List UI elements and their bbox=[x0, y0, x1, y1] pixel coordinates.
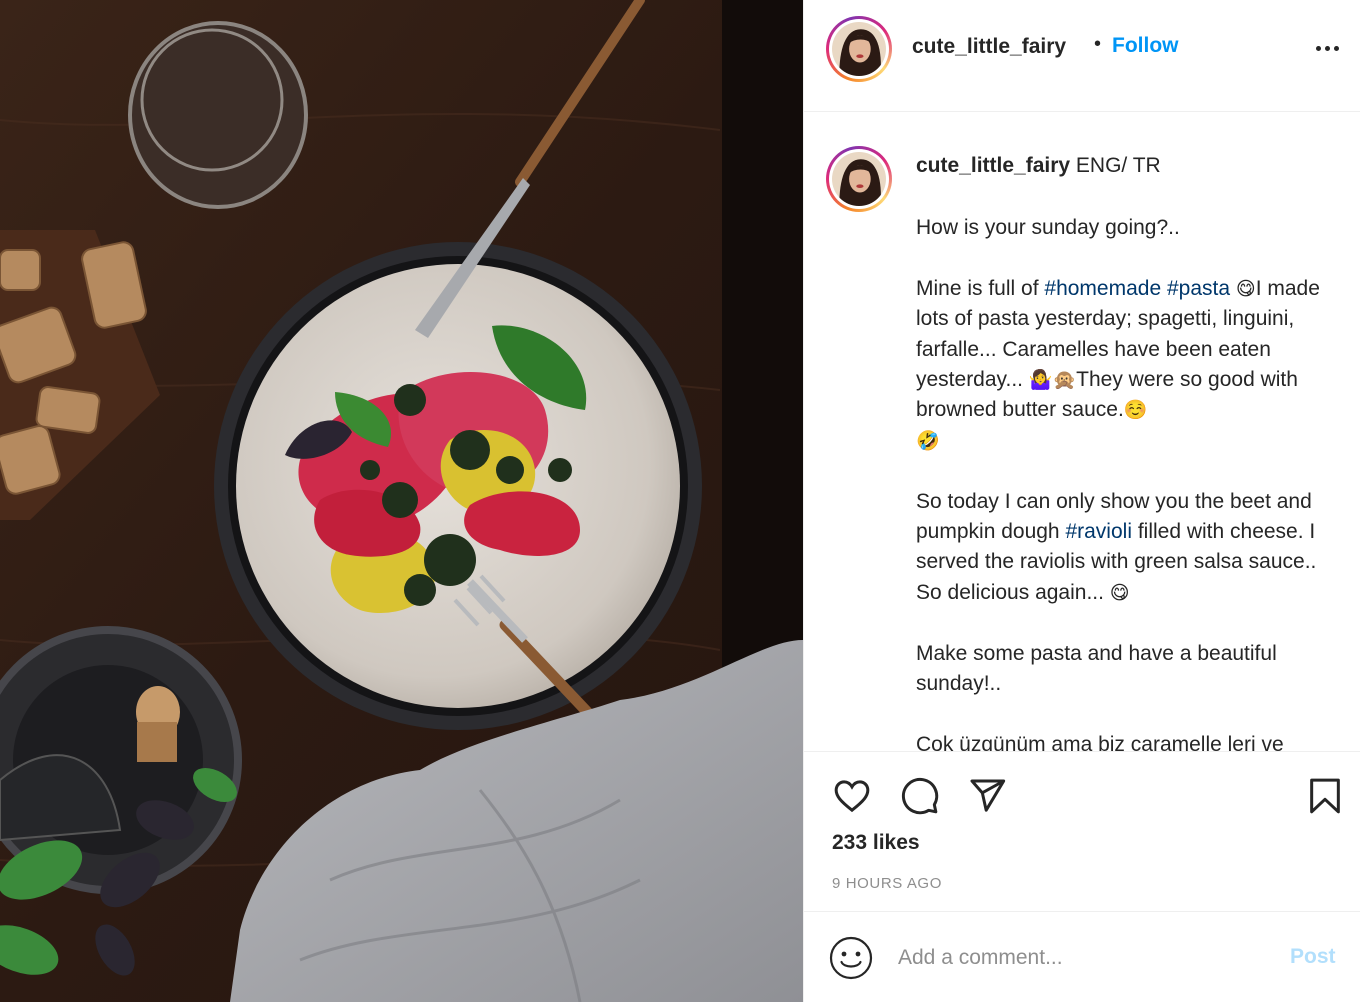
emoji: 🤷‍♀️🙊 bbox=[1028, 369, 1077, 392]
post-sidebar: cute_little_fairy • Follow cute_little_f… bbox=[803, 0, 1360, 1002]
caption-paragraph: Make some pasta and have a beautiful sun… bbox=[916, 641, 1277, 696]
hashtag-link[interactable]: #homemade bbox=[1044, 277, 1161, 300]
post-comment-button[interactable]: Post bbox=[1290, 945, 1336, 969]
likes-count[interactable]: 233 likes bbox=[832, 831, 920, 855]
avatar-photo bbox=[832, 152, 886, 206]
action-bar: 233 likes 9 HOURS AGO bbox=[804, 752, 1360, 912]
post-timestamp[interactable]: 9 HOURS AGO bbox=[832, 875, 942, 892]
comment-input[interactable] bbox=[898, 940, 1278, 976]
separator-dot: • bbox=[1094, 33, 1102, 55]
hashtag-link[interactable]: #pasta bbox=[1167, 277, 1230, 300]
post-header: cute_little_fairy • Follow bbox=[804, 0, 1360, 112]
food-photo bbox=[0, 0, 803, 1002]
emoji: 🤣 bbox=[916, 429, 940, 452]
caption-username[interactable]: cute_little_fairy bbox=[916, 154, 1070, 177]
emoji: 😋 bbox=[1235, 277, 1256, 300]
author-username[interactable]: cute_little_fairy bbox=[912, 35, 1066, 59]
emoji-picker-icon[interactable] bbox=[828, 935, 874, 981]
hashtag-link[interactable]: #ravioli bbox=[1065, 520, 1132, 543]
caption-paragraph: Mine is full of #homemade #pasta 😋I made… bbox=[916, 274, 1346, 456]
add-comment-bar: Post bbox=[804, 912, 1360, 1002]
caption-text: How is your sunday going?.. Mine is full… bbox=[916, 213, 1346, 752]
post-image[interactable] bbox=[0, 0, 803, 1002]
caption-paragraph: Çok üzgünüm ama biz caramelle leri ve bbox=[916, 732, 1284, 752]
caption-avatar[interactable] bbox=[826, 146, 892, 212]
more-options-icon[interactable] bbox=[1312, 38, 1342, 58]
caption-paragraph: How is your sunday going?.. bbox=[916, 216, 1180, 239]
emoji: ☺️ bbox=[1123, 399, 1148, 422]
comment-bubble-icon[interactable] bbox=[898, 774, 942, 818]
caption-paragraph: So today I can only show you the beet an… bbox=[916, 487, 1346, 609]
caption-header: cute_little_fairy ENG/ TR bbox=[916, 154, 1161, 178]
emoji: 😋 bbox=[1109, 581, 1130, 604]
avatar[interactable] bbox=[826, 16, 892, 82]
avatar-photo bbox=[832, 22, 886, 76]
comments-section[interactable]: cute_little_fairy ENG/ TR How is your su… bbox=[804, 112, 1360, 752]
bookmark-icon[interactable] bbox=[1303, 774, 1347, 818]
heart-icon[interactable] bbox=[830, 774, 874, 818]
follow-button[interactable]: Follow bbox=[1112, 34, 1179, 58]
caption-lead: ENG/ TR bbox=[1075, 154, 1161, 177]
caption-text-run: Mine is full of bbox=[916, 276, 1045, 300]
paper-plane-icon[interactable] bbox=[965, 774, 1009, 818]
